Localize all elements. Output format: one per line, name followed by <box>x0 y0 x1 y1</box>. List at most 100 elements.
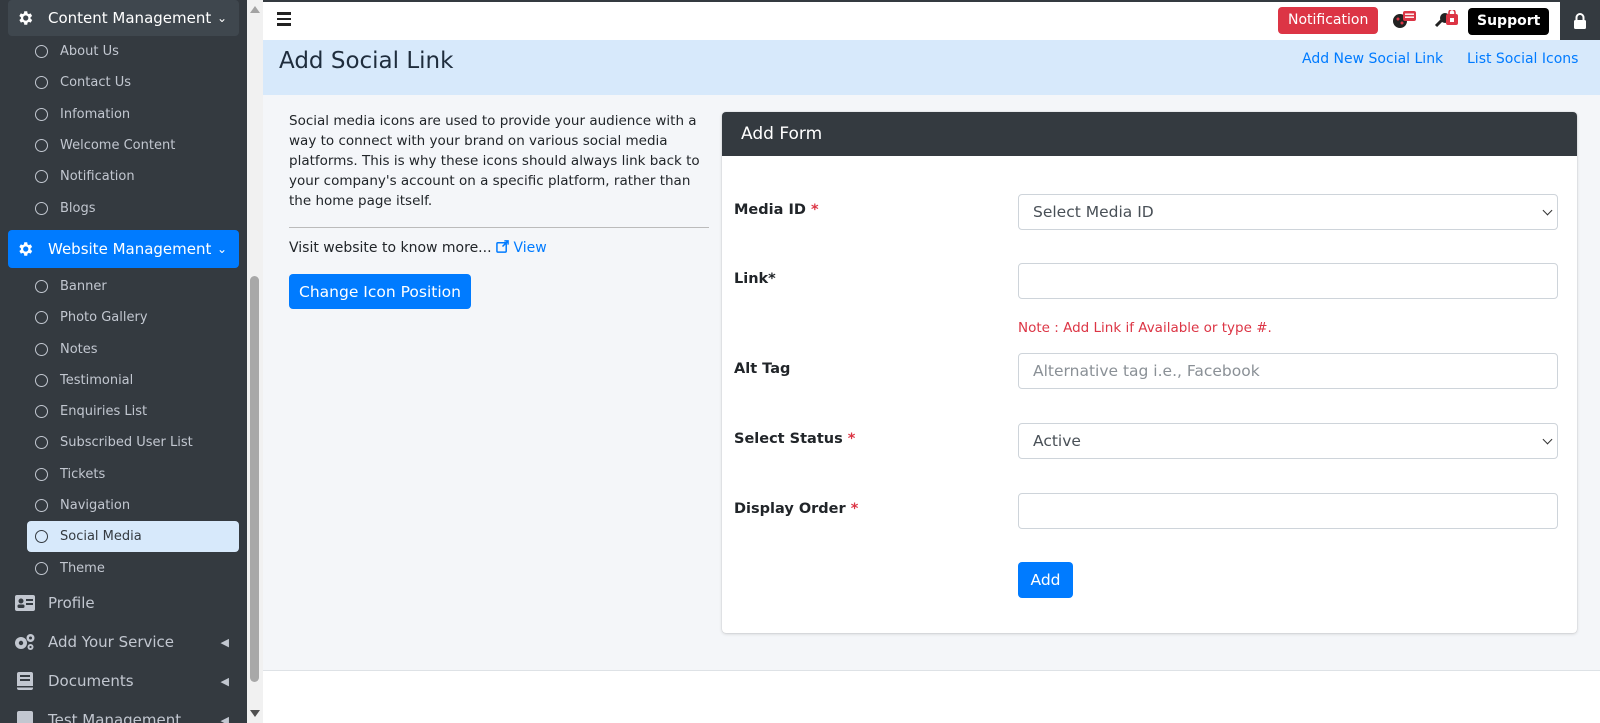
sidebar-item-banner[interactable]: Banner <box>27 271 239 302</box>
add-new-social-link[interactable]: Add New Social Link <box>1302 51 1443 67</box>
sidebar-item-label: Notification <box>60 169 135 185</box>
sidebar-item-label: Navigation <box>60 498 131 513</box>
sidebar-item-notification[interactable]: Notification <box>27 161 239 192</box>
sidebar-item-label: Theme <box>60 560 105 576</box>
gears-icon <box>14 631 36 653</box>
media-id-label: Media ID * <box>734 202 819 218</box>
sidebar-item-welcome-content[interactable]: Welcome Content <box>27 130 239 161</box>
select-status-label: Select Status * <box>734 431 856 447</box>
circle-icon <box>35 279 48 293</box>
scroll-up-arrow-icon[interactable] <box>250 6 260 13</box>
support-lock-badge-icon[interactable] <box>1434 8 1460 30</box>
circle-icon <box>35 76 48 90</box>
chevron-left-icon: ◀ <box>220 635 229 649</box>
sidebar-item-theme[interactable]: Theme <box>27 552 239 583</box>
page-title: Add Social Link <box>279 48 454 74</box>
sidebar-scrollbar[interactable] <box>247 0 263 723</box>
sidebar-item-infomation[interactable]: Infomation <box>27 99 239 130</box>
list-social-icons-link[interactable]: List Social Icons <box>1467 51 1578 67</box>
circle-icon <box>35 45 48 59</box>
display-order-input[interactable] <box>1018 493 1558 529</box>
visit-website-line: Visit website to know more... View <box>289 240 547 256</box>
circle-icon <box>35 405 48 419</box>
sidebar-item-label: Test Management <box>48 711 182 723</box>
card-title: Add Form <box>722 112 1577 156</box>
external-link-icon <box>496 240 509 253</box>
sidebar-group-content-management[interactable]: Content Management ⌄ <box>8 0 239 36</box>
sidebar-item-label: Enquiries List <box>60 404 148 420</box>
sidebar-item-subscribed-user-list[interactable]: Subscribed User List <box>27 427 239 458</box>
id-card-icon <box>14 592 36 614</box>
sidebar-menu: Content Management ⌄ About Us Contact Us I… <box>0 0 247 723</box>
circle-icon <box>35 311 48 325</box>
view-link[interactable]: View <box>496 240 547 256</box>
footer <box>263 670 1600 723</box>
view-label: View <box>513 240 547 256</box>
add-form-card: Add Form Media ID * Select Media ID Link… <box>722 112 1577 633</box>
book-icon <box>14 670 36 692</box>
link-input[interactable] <box>1018 263 1558 299</box>
sidebar-item-blogs[interactable]: Blogs <box>27 192 239 223</box>
scroll-down-arrow-icon[interactable] <box>250 710 260 717</box>
sidebar-group-label: Website Management <box>48 239 212 258</box>
website-submenu: Banner Photo Gallery Notes Testimonial Enqui… <box>0 271 247 584</box>
status-select[interactable]: Active <box>1018 423 1558 459</box>
info-description: Social media icons are used to provide y… <box>289 113 700 209</box>
sidebar-item-navigation[interactable]: Navigation <box>27 490 239 521</box>
sidebar-item-label: Blogs <box>60 200 96 216</box>
lock-icon[interactable] <box>1560 2 1600 40</box>
sidebar-item-contact-us[interactable]: Contact Us <box>27 67 239 98</box>
sidebar-item-add-your-service[interactable]: Add Your Service ◀ <box>0 623 247 662</box>
change-icon-position-button[interactable]: Change Icon Position <box>289 274 471 309</box>
sidebar-item-label: Contact Us <box>60 75 131 91</box>
circle-icon <box>35 342 48 356</box>
circle-icon <box>35 467 48 481</box>
content-submenu: About Us Contact Us Infomation Welcome Cont… <box>0 36 247 224</box>
sidebar-item-label: Welcome Content <box>60 138 176 154</box>
circle-icon <box>35 170 48 184</box>
book-icon <box>14 709 36 723</box>
circle-icon <box>35 561 48 575</box>
scrollbar-thumb[interactable] <box>250 276 259 682</box>
required-mark: * <box>850 501 859 517</box>
tickets-badge-icon[interactable] <box>1392 10 1418 30</box>
chevron-down-icon <box>1542 205 1553 216</box>
hamburger-menu-icon[interactable] <box>277 12 291 26</box>
circle-icon <box>35 107 48 121</box>
sidebar-group-website-management[interactable]: Website Management ⌄ <box>8 229 239 268</box>
sidebar-item-social-media[interactable]: Social Media <box>27 521 239 553</box>
sidebar-item-label: Notes <box>60 341 98 357</box>
sidebar-item-test-management[interactable]: Test Management ◀ <box>0 701 247 723</box>
circle-icon <box>35 373 48 387</box>
chevron-left-icon: ◀ <box>220 713 229 723</box>
circle-icon <box>35 499 48 512</box>
support-button[interactable]: Support <box>1468 8 1550 35</box>
visit-text: Visit website to know more... <box>289 240 492 256</box>
chevron-down-icon: ⌄ <box>216 241 227 256</box>
circle-icon <box>35 436 48 450</box>
sidebar-item-about-us[interactable]: About Us <box>27 36 239 67</box>
sidebar-item-tickets[interactable]: Tickets <box>27 459 239 490</box>
alt-tag-input[interactable]: Alternative tag i.e., Facebook <box>1018 353 1558 389</box>
sidebar-item-label: Tickets <box>60 466 106 482</box>
sidebar-item-notes[interactable]: Notes <box>27 333 239 364</box>
sidebar-item-profile[interactable]: Profile <box>0 584 247 623</box>
sidebar-item-testimonial[interactable]: Testimonial <box>27 365 239 396</box>
chevron-down-icon <box>1542 434 1553 445</box>
add-button[interactable]: Add <box>1018 562 1073 598</box>
sidebar-item-photo-gallery[interactable]: Photo Gallery <box>27 302 239 333</box>
sidebar-item-label: Add Your Service <box>48 633 175 652</box>
required-mark: * <box>810 202 819 218</box>
divider <box>289 227 709 228</box>
media-id-select[interactable]: Select Media ID <box>1018 194 1558 230</box>
sidebar-item-documents[interactable]: Documents ◀ <box>0 662 247 701</box>
circle-icon <box>35 201 48 215</box>
chevron-down-icon: ⌄ <box>216 11 227 25</box>
sidebar-item-enquiries-list[interactable]: Enquiries List <box>27 396 239 427</box>
notification-button[interactable]: Notification <box>1278 7 1379 34</box>
gear-icon <box>14 238 36 260</box>
content-header: Add Social Link Add New Social Link List… <box>263 40 1600 95</box>
link-label: Link* <box>734 271 776 287</box>
sidebar-group-label: Content Management <box>48 9 212 27</box>
required-mark: * <box>847 431 856 447</box>
